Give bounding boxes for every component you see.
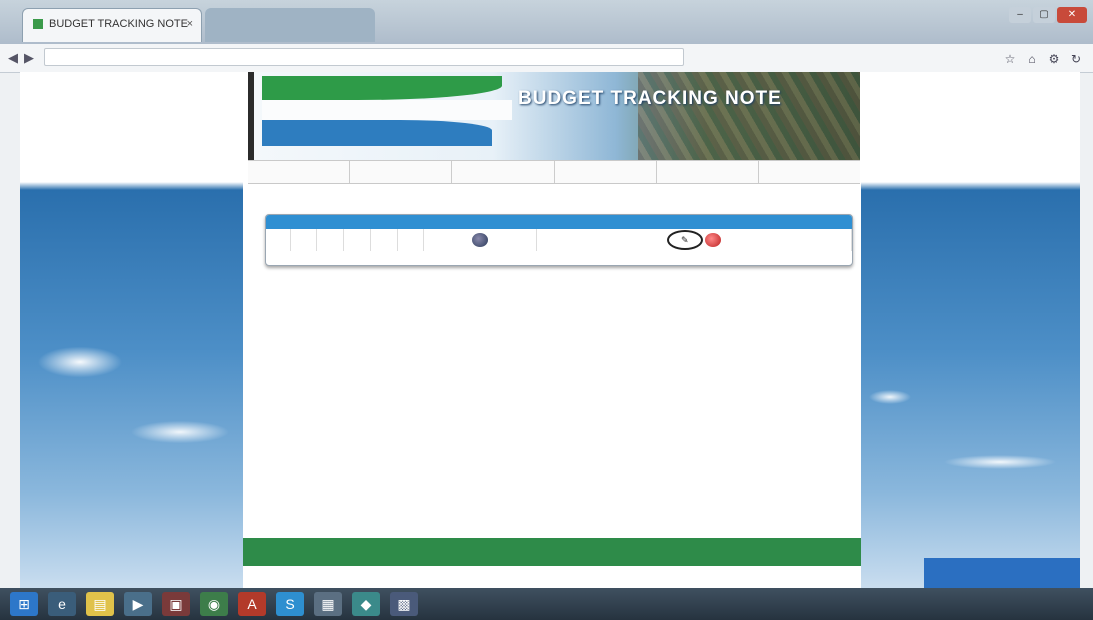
action-cell: ✎: [536, 229, 852, 251]
records-table: ✎: [265, 214, 853, 266]
tab-label: BUDGET TRACKING NOTE: [49, 18, 188, 30]
delete-icon[interactable]: [704, 233, 721, 247]
flag-white-band: [262, 100, 512, 120]
refresh-icon[interactable]: ↻: [1069, 52, 1083, 66]
edit-icon[interactable]: ✎: [676, 233, 693, 247]
settings-icon[interactable]: ⚙: [1047, 52, 1061, 66]
banner-photo: [638, 72, 860, 160]
star-icon[interactable]: ☆: [1003, 52, 1017, 66]
files-icon[interactable]: ▦: [314, 592, 342, 616]
column-header: [370, 215, 397, 229]
site-banner: BUDGET TRACKING NOTE: [248, 72, 860, 160]
table-cell: [397, 229, 425, 251]
browser-titlebar: BUDGET TRACKING NOTE × – ▢ ✕: [0, 0, 1093, 44]
minimize-button[interactable]: –: [1009, 7, 1031, 23]
menu-item-6[interactable]: [759, 161, 860, 183]
close-window-button[interactable]: ✕: [1057, 7, 1087, 23]
table-row: ✎: [266, 229, 852, 251]
action-cell: [423, 229, 537, 251]
column-header: [290, 215, 317, 229]
back-arrow-icon[interactable]: ◀: [8, 50, 18, 66]
column-header: [423, 215, 537, 229]
page-viewport: BUDGET TRACKING NOTE ✎: [20, 72, 1080, 588]
table-cell: [370, 229, 398, 251]
flag-blue-band: [262, 120, 492, 146]
table-cell-link[interactable]: [316, 229, 345, 251]
media-icon[interactable]: ▶: [124, 592, 152, 616]
ie-icon[interactable]: e: [48, 592, 76, 616]
favicon-icon: [33, 19, 43, 30]
tab-budget-tracking[interactable]: BUDGET TRACKING NOTE ×: [22, 8, 202, 42]
view-icon[interactable]: [471, 233, 488, 247]
tab-second[interactable]: [205, 8, 375, 42]
close-tab-icon[interactable]: ×: [187, 9, 193, 39]
app-icon[interactable]: ▣: [162, 592, 190, 616]
menu-item-4[interactable]: [555, 161, 657, 183]
menu-item-2[interactable]: [350, 161, 453, 183]
menu-item-5[interactable]: [657, 161, 759, 183]
start-icon[interactable]: ⊞: [10, 592, 38, 616]
skype-icon[interactable]: S: [276, 592, 304, 616]
pdf-icon[interactable]: A: [238, 592, 266, 616]
folder-icon[interactable]: ▤: [86, 592, 114, 616]
maximize-button[interactable]: ▢: [1033, 7, 1055, 23]
browser-toolbar: ☆ ⌂ ⚙ ↻: [995, 50, 1083, 68]
app2-icon[interactable]: ◆: [352, 592, 380, 616]
column-header: [536, 215, 852, 229]
page-title: BUDGET TRACKING NOTE: [518, 88, 782, 109]
main-menu: [248, 160, 860, 184]
app3-icon[interactable]: ▩: [390, 592, 418, 616]
site-footer: [243, 538, 861, 566]
home-icon[interactable]: ⌂: [1025, 52, 1039, 66]
column-header: [397, 215, 424, 229]
table-header-row: [266, 215, 852, 229]
column-header: [316, 215, 344, 229]
column-header: [266, 215, 291, 229]
url-input[interactable]: [44, 48, 684, 66]
flag-green-band: [262, 76, 502, 100]
table-cell: [290, 229, 318, 251]
menu-item-3[interactable]: [452, 161, 555, 183]
site-container: BUDGET TRACKING NOTE ✎: [243, 72, 861, 588]
highlight-circle: ✎: [666, 230, 703, 250]
table-cell: [343, 229, 371, 251]
column-header: [343, 215, 371, 229]
table-cell: [266, 229, 291, 251]
chrome-icon[interactable]: ◉: [200, 592, 228, 616]
banner-edge: [248, 72, 254, 160]
forward-arrow-icon[interactable]: ▶: [24, 50, 34, 66]
chat-widget[interactable]: [924, 558, 1080, 588]
window-controls: – ▢ ✕: [1007, 4, 1087, 23]
os-taskbar: ⊞ e ▤ ▶ ▣ ◉ A S ▦ ◆ ▩: [0, 588, 1093, 620]
address-bar-row: ◀ ▶ ☆ ⌂ ⚙ ↻: [0, 44, 1093, 73]
menu-item-1[interactable]: [248, 161, 351, 183]
